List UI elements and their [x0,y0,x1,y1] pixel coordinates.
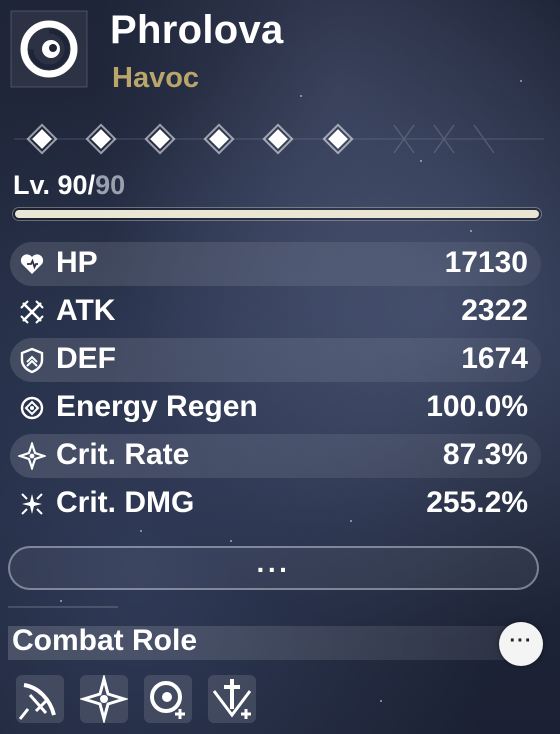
sequence-node-2[interactable] [83,121,119,157]
character-name: Phrolova [110,8,284,52]
sparkle-icon [18,442,46,470]
sequence-node-1[interactable] [24,121,60,157]
slash-blade-icon[interactable] [16,675,64,723]
heart-icon [20,254,44,274]
level-progress-fill [15,210,539,218]
more-stats-button[interactable]: ··· [8,546,539,590]
stat-row-hp: HP 17130 [8,240,543,288]
more-stats-label: ··· [256,554,291,585]
stat-row-crit-rate: Crit. Rate 87.3% [8,432,543,480]
stat-row-atk: ATK 2322 [8,288,543,336]
multi-sparkle-icon [21,493,43,515]
stat-value: 100.0% [426,390,528,423]
stat-value: 2322 [461,294,528,327]
combat-role-title: Combat Role [12,624,198,657]
sword-plus-icon[interactable] [208,675,256,723]
combat-role-more-button[interactable]: ··· [499,622,543,666]
energy-regen-icon [20,396,44,420]
level-prefix: Lv. [13,170,58,200]
sequence-node-4[interactable] [201,121,237,157]
level-current: 90 [57,170,88,200]
sequence-node-3[interactable] [142,121,178,157]
stat-value: 87.3% [442,438,528,471]
stat-label: Crit. DMG [56,486,195,519]
level-separator: / [87,170,96,200]
sequence-row [14,117,544,161]
stat-row-crit-dmg: Crit. DMG 255.2% [8,480,543,528]
stat-label: Energy Regen [56,390,258,423]
character-element: Havoc [112,62,200,94]
level-max: 90 [95,170,126,200]
sequence-node-6[interactable] [320,121,356,157]
stat-label: Crit. Rate [56,438,190,471]
section-divider [8,606,118,608]
stat-label: ATK [56,294,116,327]
stat-label: HP [56,246,98,279]
stat-value: 1674 [461,342,528,375]
stat-label: DEF [56,342,116,375]
havoc-plus-icon[interactable] [144,675,192,723]
stat-value: 17130 [444,246,528,279]
shield-icon [20,347,44,374]
star-burst-icon[interactable] [80,675,128,723]
crossed-swords-icon [20,300,44,324]
stat-row-def: DEF 1674 [8,336,543,384]
sequence-node-5[interactable] [260,121,296,157]
combat-role-more-label: ··· [509,630,533,652]
stats-panel: HP 17130 ATK 2322 DEF 1674 Energy Regen … [8,240,543,528]
level-display: Lv. 90/90 [13,170,125,201]
level-progress-bar [12,207,542,221]
stat-row-energy-regen: Energy Regen 100.0% [8,384,543,432]
stat-value: 255.2% [426,486,528,519]
havoc-swirl-icon [10,10,88,88]
